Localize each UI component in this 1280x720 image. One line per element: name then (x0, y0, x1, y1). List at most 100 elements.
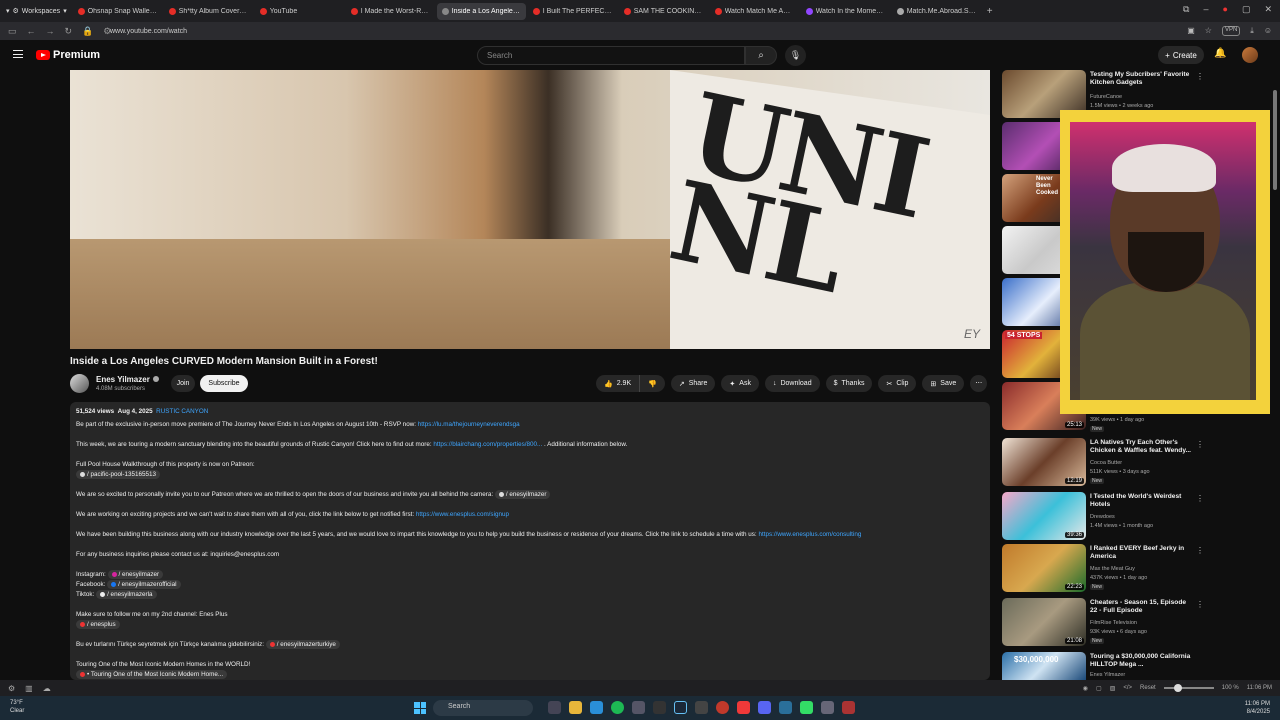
video-thumbnail[interactable]: 22:23 (1002, 544, 1086, 592)
video-thumbnail[interactable]: 21:08 (1002, 598, 1086, 646)
app-icon[interactable] (842, 701, 855, 714)
extensions-icon[interactable]: ▣ (1187, 26, 1195, 36)
panel-icon[interactable]: ▥ (25, 684, 33, 693)
like-button[interactable]: 👍 2.9K (596, 375, 641, 392)
more-actions-button[interactable]: ⋯ (970, 375, 988, 392)
search-input[interactable]: Search (477, 46, 745, 65)
taskbar-search[interactable]: Search (433, 700, 533, 716)
download-button[interactable]: ↓ Download (764, 375, 820, 392)
video-thumbnail[interactable]: 12:19 (1002, 438, 1086, 486)
image-icon[interactable]: ▨ (1110, 685, 1116, 692)
youtube-link-chip[interactable]: / enesplus (76, 620, 120, 629)
recommendation-item[interactable]: 22:23 I Ranked EVERY Beef Jerky in Ameri… (1002, 544, 1204, 594)
reload-button[interactable]: ↻ (65, 26, 73, 37)
video-thumbnail[interactable]: $30,000,000 (1002, 652, 1086, 680)
tab-7[interactable]: Watch Match Me Abroad S (710, 3, 799, 20)
tab-9[interactable]: Match.Me.Abroad.S01E13 (892, 3, 981, 20)
video-player[interactable]: UNI NL EY (70, 70, 990, 349)
app-icon[interactable] (821, 701, 834, 714)
browser-icon[interactable] (716, 701, 729, 714)
page-scrollbar[interactable] (1273, 90, 1277, 190)
tab-1[interactable]: Sh*tty Album Covers - You (164, 3, 253, 20)
recommendation-item[interactable]: 39:36 I Tested the World's Weirdest Hote… (1002, 492, 1204, 542)
youtube-logo[interactable]: Premium (36, 49, 100, 61)
picture-in-picture-overlay[interactable] (1060, 110, 1270, 414)
url-field[interactable]: www.youtube.com/watch (110, 28, 187, 35)
cloud-icon[interactable]: ☁ (43, 684, 51, 693)
profile-icon[interactable]: ☺ (1264, 26, 1272, 36)
voice-search-button[interactable]: 🎙 (785, 45, 806, 66)
terminal-icon[interactable] (653, 701, 666, 714)
subscribe-button[interactable]: Subscribe (200, 375, 248, 392)
download-icon[interactable]: ⤓ (1250, 26, 1254, 36)
recommendation-item[interactable]: 12:19 LA Natives Try Each Other's Chicke… (1002, 438, 1204, 488)
youtube-link-chip[interactable]: / enesyilmazerturkiye (265, 640, 340, 649)
video-thumbnail[interactable]: 39:36 (1002, 492, 1086, 540)
rsvp-link[interactable]: https://lu.ma/thejourneyneverendsga (418, 421, 520, 428)
signup-link[interactable]: https://www.enesplus.com/signup (416, 511, 509, 518)
sidebar-toggle-icon[interactable]: ▭ (8, 26, 17, 37)
back-button[interactable]: ← (27, 26, 36, 37)
facebook-link-chip[interactable]: / enesyilmazerofficial (107, 580, 181, 589)
tab-5[interactable]: I Built The PERFECT Chocol (528, 3, 617, 20)
more-vertical-icon[interactable]: ⋮ (1196, 440, 1204, 449)
forward-button[interactable]: → (46, 26, 55, 37)
camera-icon[interactable]: ◉ (1083, 685, 1088, 692)
record-icon[interactable]: ● (1223, 4, 1228, 15)
hashtag-link[interactable]: RUSTIC CANYON (156, 408, 208, 415)
taskbar-clock[interactable]: 11:06 PM 8/4/2025 (1245, 700, 1270, 716)
tab-6[interactable]: SAM THE COOKING GUY - (619, 3, 708, 20)
tab-3[interactable]: I Made the Worst-Rated Ti (346, 3, 435, 20)
instagram-link-chip[interactable]: / enesyilmazer (107, 570, 164, 579)
consulting-link[interactable]: https://www.enesplus.com/consulting (758, 531, 861, 538)
thanks-button[interactable]: $ Thanks (825, 375, 873, 392)
vpn-badge[interactable]: VPN (1221, 26, 1241, 36)
join-button[interactable]: Join (171, 375, 195, 392)
workspaces-menu[interactable]: ▾ ⚙ Workspaces ▾ (0, 0, 73, 22)
app-icon[interactable] (779, 701, 792, 714)
ask-button[interactable]: ✦ Ask (721, 375, 759, 392)
more-vertical-icon[interactable]: ⋮ (1196, 72, 1204, 81)
recommendation-item[interactable]: $30,000,000 Touring a $30,000,000 Califo… (1002, 652, 1202, 680)
notifications-bell-icon[interactable]: 🔔 (1214, 48, 1226, 59)
zoom-slider[interactable] (1163, 684, 1214, 692)
account-avatar[interactable] (1242, 47, 1258, 63)
app-icon[interactable] (800, 701, 813, 714)
spotify-icon[interactable] (611, 701, 624, 714)
create-button[interactable]: + Create (1158, 46, 1204, 64)
channel-avatar[interactable] (70, 374, 89, 393)
discord-icon[interactable] (758, 701, 771, 714)
tab-8[interactable]: Watch In the Moment (201 (801, 3, 890, 20)
patreon-link-chip[interactable]: / pacific-pool-135165513 (76, 470, 160, 479)
more-vertical-icon[interactable]: ⋮ (1196, 600, 1204, 609)
screenshot-icon[interactable]: ⧉ (1183, 4, 1189, 15)
menu-icon[interactable] (13, 50, 23, 58)
file-explorer-icon[interactable] (569, 701, 582, 714)
minimize-button[interactable]: – (1203, 4, 1208, 15)
settings-icon[interactable]: ⚙ (8, 684, 15, 693)
recommendation-item[interactable]: 21:08 Cheaters - Season 15, Episode 22 -… (1002, 598, 1204, 648)
more-vertical-icon[interactable]: ⋮ (1196, 494, 1204, 503)
new-tab-button[interactable]: + (983, 6, 997, 17)
patreon-link-chip[interactable]: / enesyilmazer (494, 490, 551, 499)
app-icon[interactable] (695, 701, 708, 714)
video-description[interactable]: 51,524 views Aug 4, 2025 RUSTIC CANYON B… (70, 402, 990, 680)
maximize-button[interactable]: ▢ (1242, 4, 1251, 15)
steam-icon[interactable] (674, 701, 687, 714)
tiktok-link-chip[interactable]: / enesyilmazerla (96, 590, 157, 599)
tab-0[interactable]: Ohsnap Snap Wallet! BEST (73, 3, 162, 20)
tile-icon[interactable]: ▢ (1096, 685, 1102, 692)
zoom-reset-button[interactable]: Reset (1140, 685, 1156, 691)
close-button[interactable]: ✕ (1264, 4, 1272, 15)
edge-icon[interactable] (590, 701, 603, 714)
search-button[interactable]: ⌕ (745, 46, 777, 65)
property-link[interactable]: https://blairchang.com/properties/800... (433, 441, 542, 448)
vivaldi-icon[interactable] (737, 701, 750, 714)
task-view-icon[interactable] (548, 701, 561, 714)
app-icon[interactable] (632, 701, 645, 714)
bookmark-icon[interactable]: ☆ (1205, 26, 1212, 36)
dislike-button[interactable]: 👎 (640, 375, 665, 392)
tab-2[interactable]: YouTube (255, 3, 344, 20)
weather-widget[interactable]: 73°F Clear (10, 699, 24, 715)
share-button[interactable]: ↗ Share (670, 375, 716, 392)
